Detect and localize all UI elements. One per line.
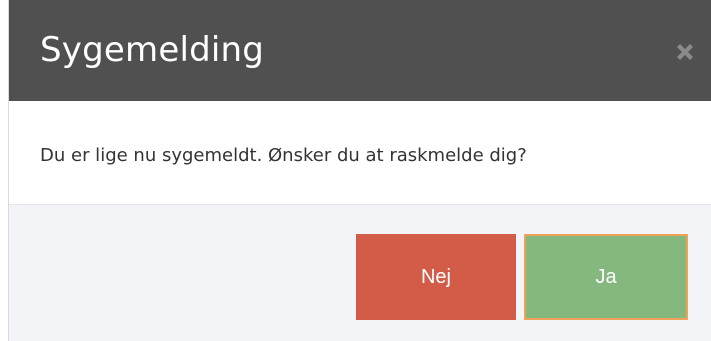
sick-leave-dialog: Sygemelding Du er lige nu sygemeldt. Øns… <box>9 0 711 341</box>
dialog-title: Sygemelding <box>40 30 265 70</box>
dialog-header: Sygemelding <box>9 0 711 101</box>
dialog-footer: Nej Ja <box>9 205 711 341</box>
close-icon[interactable] <box>673 40 697 64</box>
no-button[interactable]: Nej <box>356 234 516 320</box>
dialog-body: Du er lige nu sygemeldt. Ønsker du at ra… <box>9 101 711 205</box>
close-icon-glyph <box>677 44 693 60</box>
dialog-message: Du er lige nu sygemeldt. Ønsker du at ra… <box>40 145 527 166</box>
yes-button[interactable]: Ja <box>524 234 688 320</box>
